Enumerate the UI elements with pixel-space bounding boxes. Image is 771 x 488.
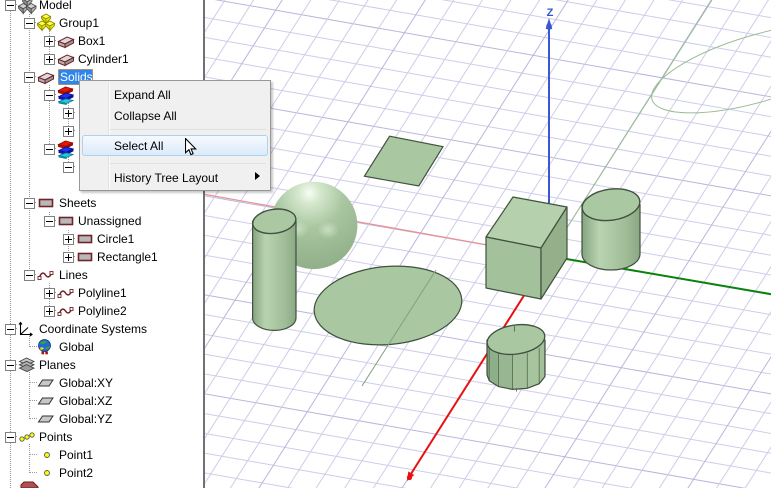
svg-text:Lines: Lines [59,268,88,282]
svg-text:Global:XY: Global:XY [59,376,113,390]
svg-text:Point2: Point2 [59,466,93,480]
svg-text:Box1: Box1 [78,34,106,48]
svg-text:Points: Points [39,430,72,444]
svg-text:Planes: Planes [39,358,76,372]
svg-text:Global:XZ: Global:XZ [59,394,112,408]
svg-text:Global:YZ: Global:YZ [59,412,112,426]
svg-text:Polyline2: Polyline2 [78,304,127,318]
svg-text:Coordinate Systems: Coordinate Systems [39,322,147,336]
svg-text:Point1: Point1 [59,448,93,462]
svg-text:Model: Model [39,0,72,12]
svg-text:Global: Global [59,340,94,354]
svg-text:Cylinder1: Cylinder1 [78,52,129,66]
svg-text:Unassigned: Unassigned [78,214,141,228]
svg-text:Polyline1: Polyline1 [78,286,127,300]
svg-text:Rectangle1: Rectangle1 [97,250,158,264]
svg-text:Group1: Group1 [59,16,99,30]
svg-text:Circle1: Circle1 [97,232,135,246]
svg-text:Sheets: Sheets [59,196,96,210]
svg-text:Z: Z [547,7,554,19]
